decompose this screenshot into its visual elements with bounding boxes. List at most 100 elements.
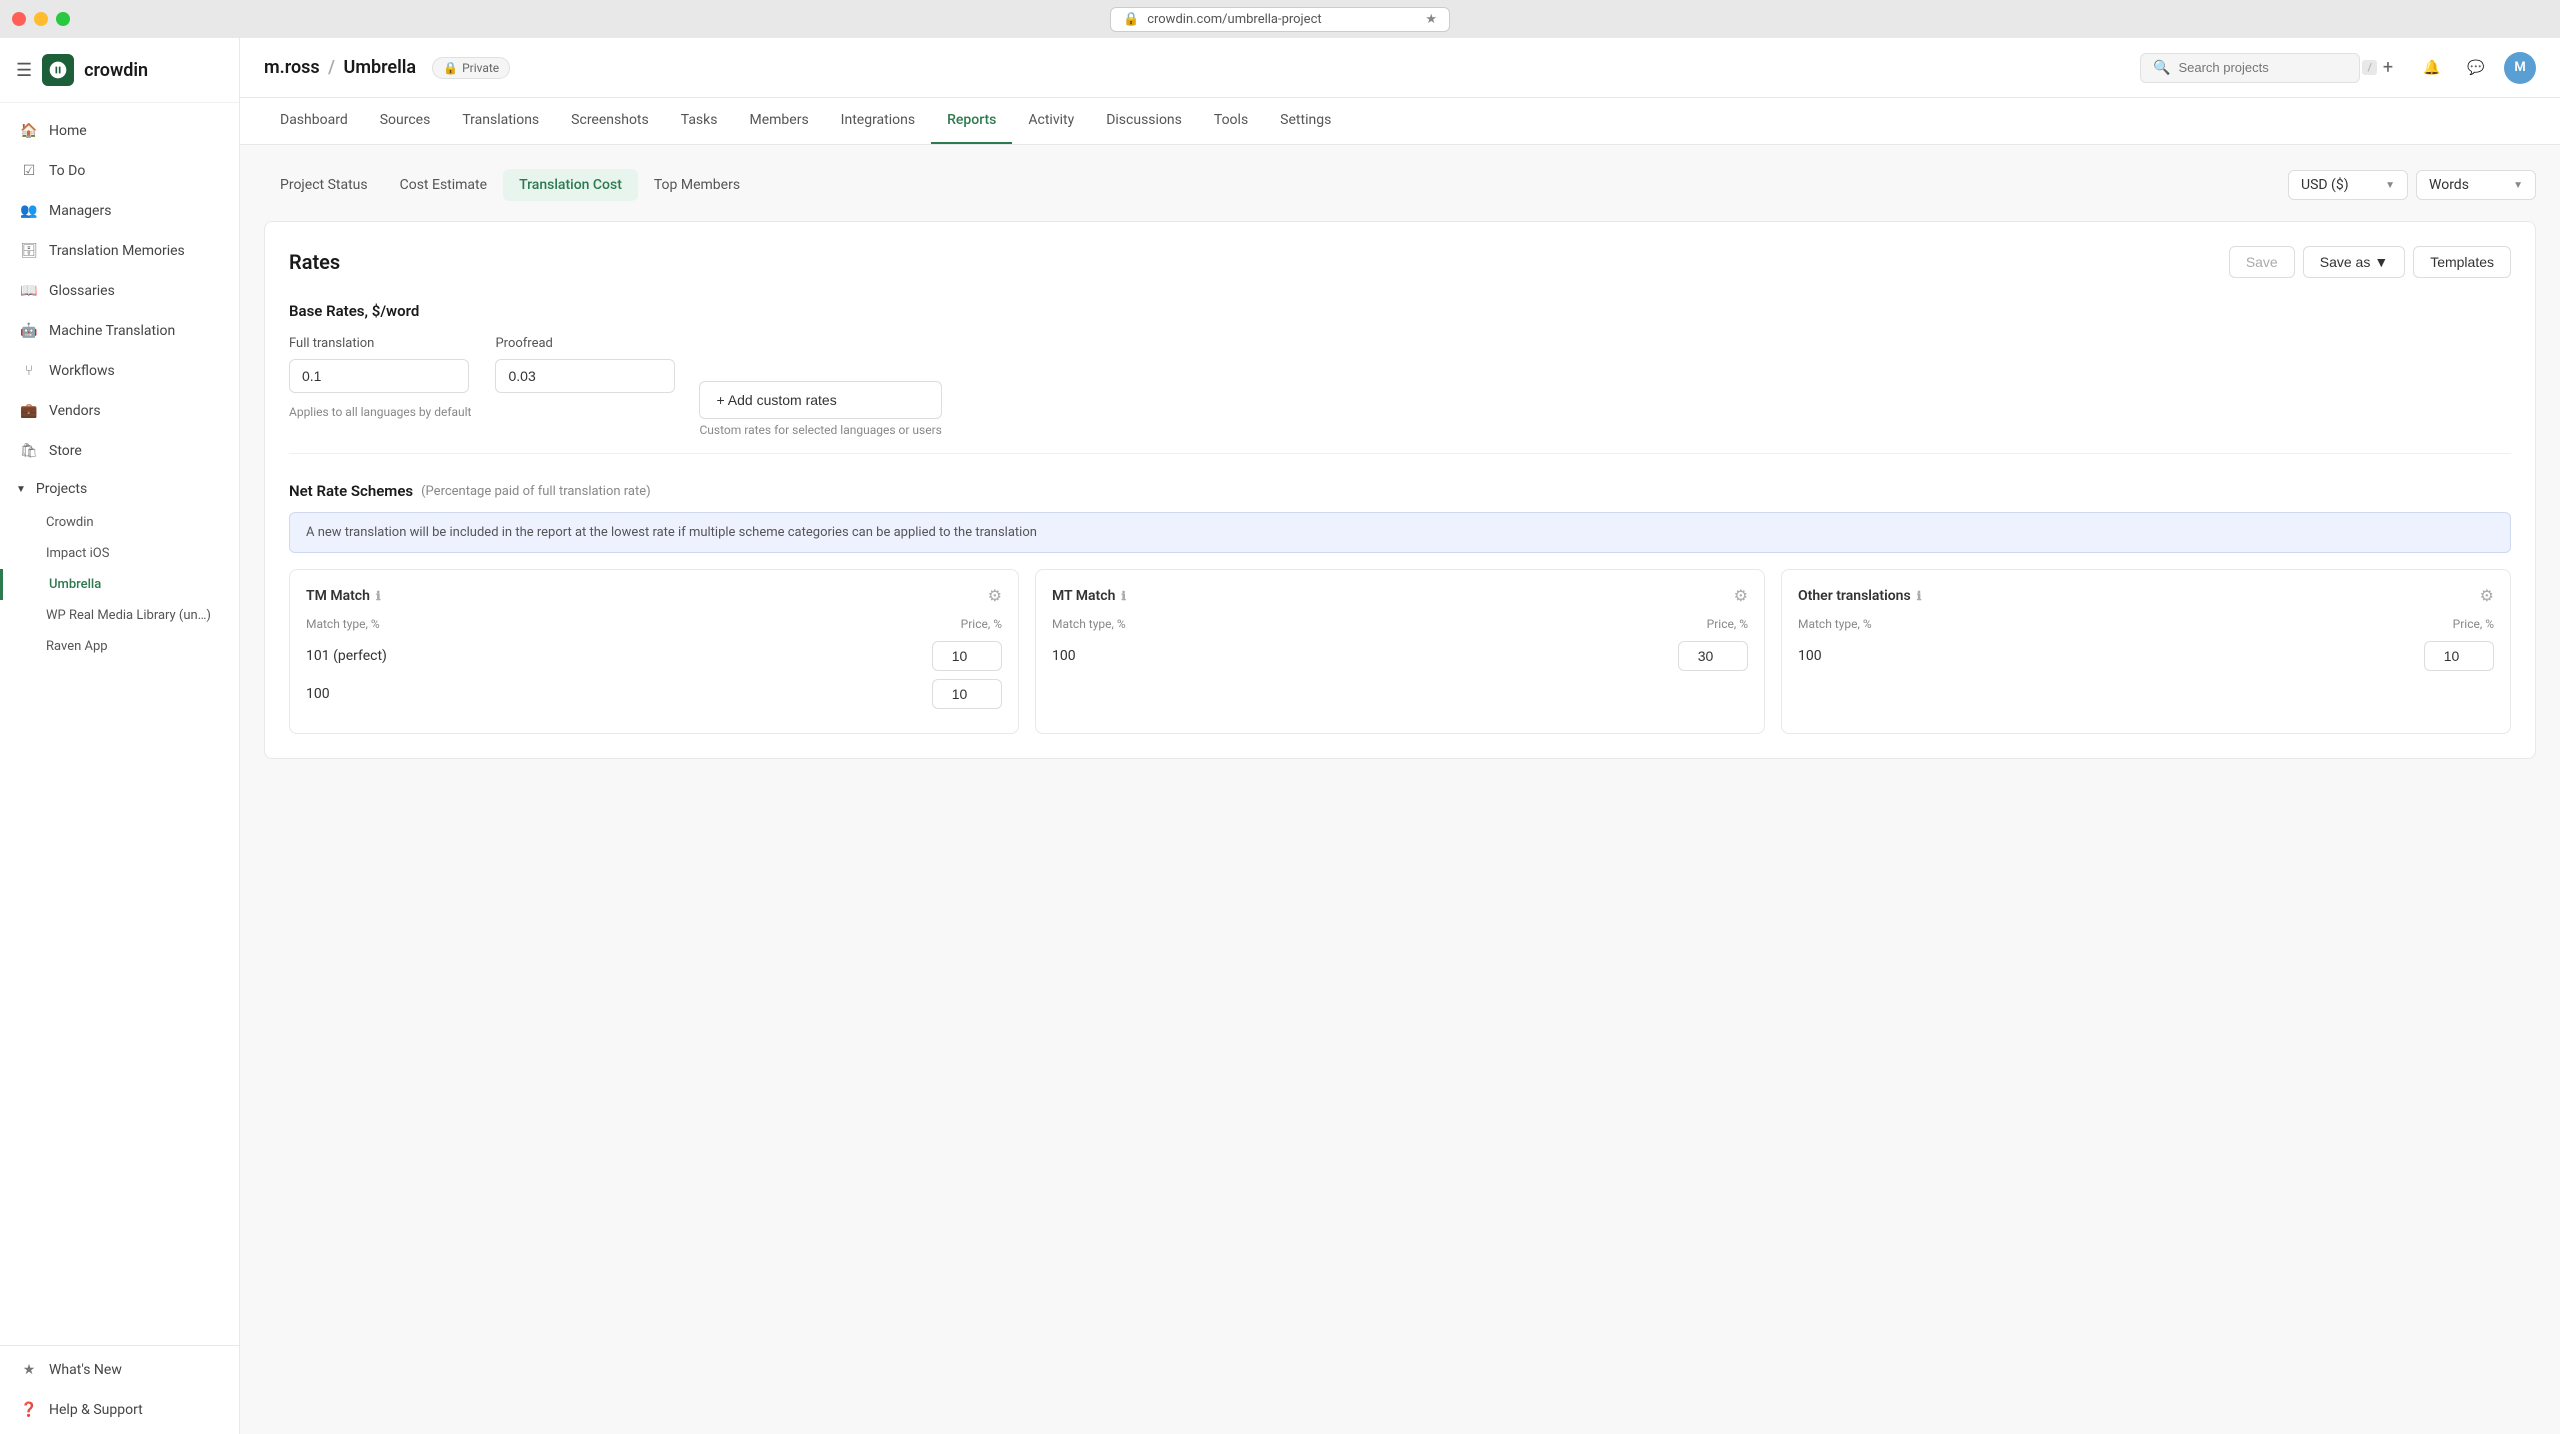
sidebar-item-translation-memories[interactable]: 🗄 Translation Memories bbox=[0, 231, 239, 271]
sidebar-item-whats-new[interactable]: ★ What's New bbox=[0, 1350, 239, 1390]
project-item-umbrella[interactable]: Umbrella bbox=[0, 569, 239, 600]
plus-icon: + bbox=[2383, 57, 2393, 78]
sidebar-item-help-support[interactable]: ❓ Help & Support bbox=[0, 1390, 239, 1430]
table-row: 100 bbox=[306, 679, 1002, 709]
mt-price-input-0[interactable] bbox=[1678, 641, 1748, 671]
match-cards: TM Match ℹ ⚙ Match type, % Price, % 101 … bbox=[289, 569, 2511, 734]
subnav-translations[interactable]: Translations bbox=[446, 98, 555, 144]
table-row: 100 bbox=[1052, 641, 1748, 671]
full-translation-label: Full translation bbox=[289, 336, 471, 351]
sidebar-item-machine-translation[interactable]: 🤖 Machine Translation bbox=[0, 311, 239, 351]
projects-section-header[interactable]: ▼ Projects bbox=[0, 471, 239, 507]
home-icon: 🏠 bbox=[19, 121, 39, 141]
save-as-button[interactable]: Save as ▼ bbox=[2303, 246, 2405, 278]
sidebar-header: ☰ crowdin bbox=[0, 38, 239, 103]
menu-icon[interactable]: ☰ bbox=[16, 60, 32, 81]
projects-label: Projects bbox=[36, 481, 87, 497]
project-item-wp-real[interactable]: WP Real Media Library (un…) bbox=[0, 600, 239, 631]
git-branch-icon: ⑂ bbox=[19, 361, 39, 381]
proofread-input[interactable] bbox=[495, 359, 675, 393]
sidebar-item-label: Machine Translation bbox=[49, 323, 175, 339]
search-icon: 🔍 bbox=[2153, 60, 2170, 76]
mt-match-card: MT Match ℹ ⚙ Match type, % Price, % 100 bbox=[1035, 569, 1765, 734]
gear-icon[interactable]: ⚙ bbox=[2480, 586, 2494, 605]
currency-select[interactable]: USD ($) ▼ bbox=[2288, 170, 2408, 200]
sidebar-item-label: What's New bbox=[49, 1362, 122, 1378]
table-row: 100 bbox=[1798, 641, 2494, 671]
card-header: Rates Save Save as ▼ Templates bbox=[289, 246, 2511, 278]
subnav-sources[interactable]: Sources bbox=[364, 98, 447, 144]
user-avatar[interactable]: M bbox=[2504, 52, 2536, 84]
full-translation-input[interactable] bbox=[289, 359, 469, 393]
subnav-tools[interactable]: Tools bbox=[1198, 98, 1264, 144]
net-rate-header: Net Rate Schemes (Percentage paid of ful… bbox=[289, 482, 2511, 500]
rates-title: Rates bbox=[289, 250, 340, 274]
sidebar-item-workflows[interactable]: ⑂ Workflows bbox=[0, 351, 239, 391]
report-tabs-bar: Project Status Cost Estimate Translation… bbox=[264, 169, 2536, 201]
gear-icon[interactable]: ⚙ bbox=[1734, 586, 1748, 605]
subnav-tasks[interactable]: Tasks bbox=[665, 98, 734, 144]
add-custom-button[interactable]: + Add custom rates bbox=[699, 381, 941, 419]
save-button[interactable]: Save bbox=[2229, 246, 2295, 278]
chevron-down-icon: ▼ bbox=[16, 484, 26, 495]
tab-translation-cost[interactable]: Translation Cost bbox=[503, 169, 638, 201]
subnav-members[interactable]: Members bbox=[733, 98, 824, 144]
lock-icon: 🔒 bbox=[443, 61, 458, 75]
tab-project-status[interactable]: Project Status bbox=[264, 169, 384, 201]
tm-match-cols: Match type, % Price, % bbox=[306, 617, 1002, 631]
search-input[interactable] bbox=[2178, 60, 2354, 75]
sidebar-item-managers[interactable]: 👥 Managers bbox=[0, 191, 239, 231]
sidebar-item-label: Managers bbox=[49, 203, 111, 219]
close-button[interactable] bbox=[12, 12, 26, 26]
tab-top-members[interactable]: Top Members bbox=[638, 169, 756, 201]
brand-name: crowdin bbox=[84, 60, 148, 81]
project-item-raven-app[interactable]: Raven App bbox=[0, 631, 239, 662]
minimize-button[interactable] bbox=[34, 12, 48, 26]
info-icon: ℹ bbox=[1917, 589, 1922, 603]
sidebar-item-vendors[interactable]: 💼 Vendors bbox=[0, 391, 239, 431]
sidebar-item-todo[interactable]: ☑ To Do bbox=[0, 151, 239, 191]
notifications-button[interactable]: 🔔 bbox=[2416, 52, 2448, 84]
users-icon: 👥 bbox=[19, 201, 39, 221]
subnav-settings[interactable]: Settings bbox=[1264, 98, 1347, 144]
templates-button[interactable]: Templates bbox=[2413, 246, 2511, 278]
sidebar-item-glossaries[interactable]: 📖 Glossaries bbox=[0, 271, 239, 311]
tab-cost-estimate[interactable]: Cost Estimate bbox=[384, 169, 503, 201]
sidebar-item-label: To Do bbox=[49, 163, 85, 179]
star-icon: ★ bbox=[19, 1360, 39, 1380]
unit-select[interactable]: Words ▼ bbox=[2416, 170, 2536, 200]
chevron-down-icon: ▼ bbox=[2513, 180, 2523, 191]
subnav-dashboard[interactable]: Dashboard bbox=[264, 98, 364, 144]
other-translations-title: Other translations ℹ bbox=[1798, 588, 1921, 604]
subnav-discussions[interactable]: Discussions bbox=[1090, 98, 1198, 144]
info-icon: ℹ bbox=[376, 589, 381, 603]
topbar-right: 🔍 / + 🔔 💬 M bbox=[2140, 52, 2536, 84]
address-bar[interactable]: 🔒 crowdin.com/umbrella-project ★ bbox=[1110, 7, 1450, 32]
subnav-reports[interactable]: Reports bbox=[931, 98, 1012, 144]
subnav-integrations[interactable]: Integrations bbox=[825, 98, 931, 144]
maximize-button[interactable] bbox=[56, 12, 70, 26]
sidebar-item-label: Home bbox=[49, 123, 87, 139]
search-box[interactable]: 🔍 / bbox=[2140, 53, 2360, 83]
divider bbox=[289, 453, 2511, 454]
sidebar-item-store[interactable]: 🛍 Store bbox=[0, 431, 239, 471]
sidebar-item-label: Glossaries bbox=[49, 283, 115, 299]
subnav-screenshots[interactable]: Screenshots bbox=[555, 98, 665, 144]
subnav-activity[interactable]: Activity bbox=[1012, 98, 1090, 144]
tm-price-input-1[interactable] bbox=[932, 679, 1002, 709]
check-square-icon: ☑ bbox=[19, 161, 39, 181]
main-content: m.ross / Umbrella 🔒 Private 🔍 / + 🔔 bbox=[240, 38, 2560, 1434]
project-item-impact-ios[interactable]: Impact iOS bbox=[0, 538, 239, 569]
titlebar: 🔒 crowdin.com/umbrella-project ★ bbox=[0, 0, 2560, 38]
tm-price-input-0[interactable] bbox=[932, 641, 1002, 671]
tm-match-card-header: TM Match ℹ ⚙ bbox=[306, 586, 1002, 605]
mt-match-cols: Match type, % Price, % bbox=[1052, 617, 1748, 631]
sidebar-item-home[interactable]: 🏠 Home bbox=[0, 111, 239, 151]
project-item-crowdin[interactable]: Crowdin bbox=[0, 507, 239, 538]
messages-button[interactable]: 💬 bbox=[2460, 52, 2492, 84]
gear-icon[interactable]: ⚙ bbox=[988, 586, 1002, 605]
bell-icon: 🔔 bbox=[2423, 60, 2440, 76]
base-rates-title: Base Rates, $/word bbox=[289, 302, 2511, 320]
other-price-input-0[interactable] bbox=[2424, 641, 2494, 671]
add-button[interactable]: + bbox=[2372, 52, 2404, 84]
